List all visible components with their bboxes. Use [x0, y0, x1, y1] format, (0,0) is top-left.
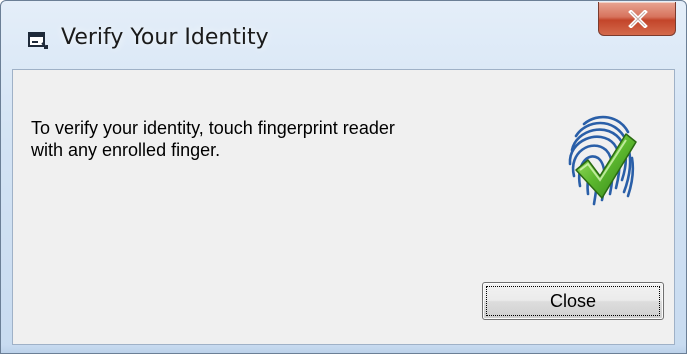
title-bar[interactable]: Verify Your Identity	[1, 1, 686, 69]
close-button[interactable]: Close	[482, 282, 664, 320]
dialog-window: Verify Your Identity To verify your iden…	[0, 0, 687, 354]
window-title: Verify Your Identity	[61, 25, 269, 50]
window-bottom-frame	[1, 345, 686, 353]
instruction-message: To verify your identity, touch fingerpri…	[31, 117, 531, 161]
message-line-2: with any enrolled finger.	[31, 140, 221, 160]
window-close-button[interactable]	[598, 2, 676, 36]
dialog-content: To verify your identity, touch fingerpri…	[12, 69, 675, 345]
close-button-label: Close	[549, 291, 597, 311]
app-window-icon	[27, 30, 49, 50]
message-line-1: To verify your identity, touch fingerpri…	[31, 118, 395, 138]
close-x-icon	[628, 10, 648, 28]
fingerprint-checkmark-icon	[562, 110, 640, 210]
